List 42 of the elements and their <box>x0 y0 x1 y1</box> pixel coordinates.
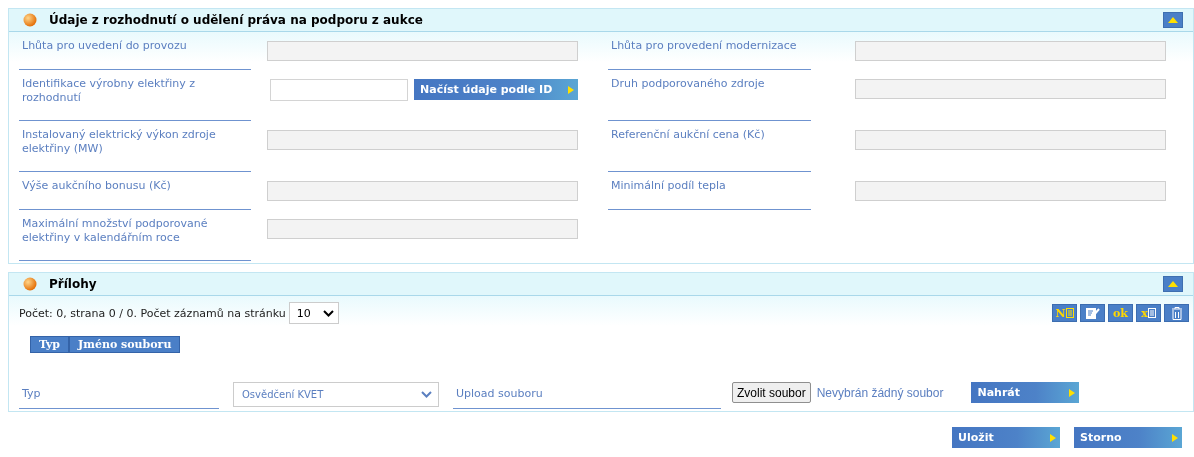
ok-icon[interactable]: ok <box>1108 304 1133 322</box>
choose-file-button[interactable]: Zvolit soubor <box>732 382 811 403</box>
field-label: Instalovaný elektrický výkon zdroje elektřiny (MW) <box>19 121 251 172</box>
page-size-select[interactable]: 10 <box>288 302 339 324</box>
type-select[interactable]: Osvědčení KVET <box>233 382 439 407</box>
arrow-icon <box>1050 433 1056 442</box>
id-input[interactable] <box>270 79 408 101</box>
collapse-button[interactable] <box>1163 12 1183 28</box>
field-label: Identifikace výrobny elektřiny z rozhodnutí <box>19 70 251 121</box>
pager-text: Počet: 0, strana 0 / 0. Počet záznamů na stránku <box>19 306 286 320</box>
upload-label: Upload souboru <box>453 381 721 409</box>
type-label: Typ <box>19 381 219 409</box>
section-title: Přílohy <box>49 277 98 291</box>
upload-button[interactable]: Nahrát <box>971 382 1080 403</box>
new-record-icon[interactable]: N <box>1052 304 1077 322</box>
field-label: Minimální podíl tepla <box>608 172 811 210</box>
trash-icon[interactable] <box>1164 304 1189 322</box>
arrow-icon <box>568 85 574 94</box>
load-button[interactable]: Načíst údaje podle ID <box>414 79 578 100</box>
edit-icon[interactable] <box>1080 304 1105 322</box>
collapse-button[interactable] <box>1163 276 1183 292</box>
column-header: Typ <box>30 336 70 353</box>
arrow-icon <box>1069 388 1076 397</box>
save-button[interactable]: Uložit <box>952 427 1060 448</box>
export-icon[interactable]: x <box>1136 304 1161 322</box>
section-title: Údaje z rozhodnutí o udělení práva na podporu z aukce <box>49 13 424 27</box>
field-label: Referenční aukční cena (Kč) <box>608 121 811 172</box>
field-label: Lhůta pro provedení modernizace <box>608 32 811 70</box>
cancel-button[interactable]: Storno <box>1074 427 1182 448</box>
chevron-icon <box>322 309 334 317</box>
field-label: Druh podporovaného zdroje <box>608 70 811 121</box>
ball-icon <box>23 277 37 291</box>
ball-icon <box>23 13 37 27</box>
field-label: Lhůta pro uvedení do provozu <box>19 32 251 70</box>
arrow-icon <box>1172 433 1178 442</box>
triangle-icon <box>1168 17 1178 23</box>
field-label: Maximální množství podporované elektřiny v kalendářním roce <box>19 210 251 261</box>
triangle-icon <box>1168 281 1178 287</box>
chevron-icon <box>421 391 432 398</box>
column-header: Jméno souboru <box>69 336 181 353</box>
file-status: Nevybrán žádný soubor <box>816 385 944 400</box>
field-label: Výše aukčního bonusu (Kč) <box>19 172 251 210</box>
